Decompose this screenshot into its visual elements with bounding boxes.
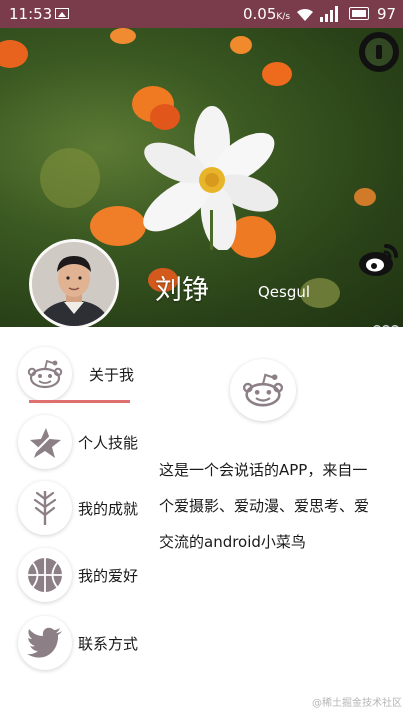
status-bar: 11:53 0.05K/s 97 [0,0,403,28]
weibo-icon[interactable] [358,242,400,278]
profile-header: 刘铮 Qesgul [0,28,403,327]
menu-item-label: 我的成就 [78,499,139,518]
twitter-bird-icon [18,616,72,670]
flower-illustration [143,106,279,250]
network-speed: 0.05K/s [243,5,291,23]
leaf-icon [18,481,72,535]
basketball-icon [18,548,72,602]
page-indicator [373,318,403,327]
reddit-icon [230,359,296,421]
profile-nickname: Qesgul [258,283,311,301]
menu-item-label: 联系方式 [78,634,139,653]
power-button[interactable] [359,32,399,72]
battery-percent: 97 [377,5,397,23]
skill-star-icon [18,415,72,469]
menu-item-skills[interactable]: 个人技能 [18,415,138,469]
menu-item-label: 关于我 [89,365,135,384]
avatar[interactable] [29,239,119,327]
menu-item-achievements[interactable]: 我的成就 [18,481,138,535]
battery-icon [349,7,369,20]
signal-icon [318,6,340,22]
status-time: 11:53 [9,5,53,23]
menu-item-label: 个人技能 [78,433,139,452]
image-notification-icon [55,8,69,19]
reddit-icon [18,347,72,401]
active-tab-indicator [29,400,130,403]
menu-item-hobbies[interactable]: 我的爱好 [18,548,138,602]
profile-name: 刘铮 [155,275,209,306]
about-description: 这是一个会说话的APP，来自一个爱摄影、爱动漫、爱思考、爱交流的android小… [159,461,370,551]
wifi-icon [296,8,314,26]
watermark: @稀土掘金技术社区 [312,698,402,709]
menu-item-contact[interactable]: 联系方式 [18,616,138,670]
menu-item-label: 我的爱好 [78,566,139,585]
menu-item-about[interactable]: 关于我 [18,347,134,401]
